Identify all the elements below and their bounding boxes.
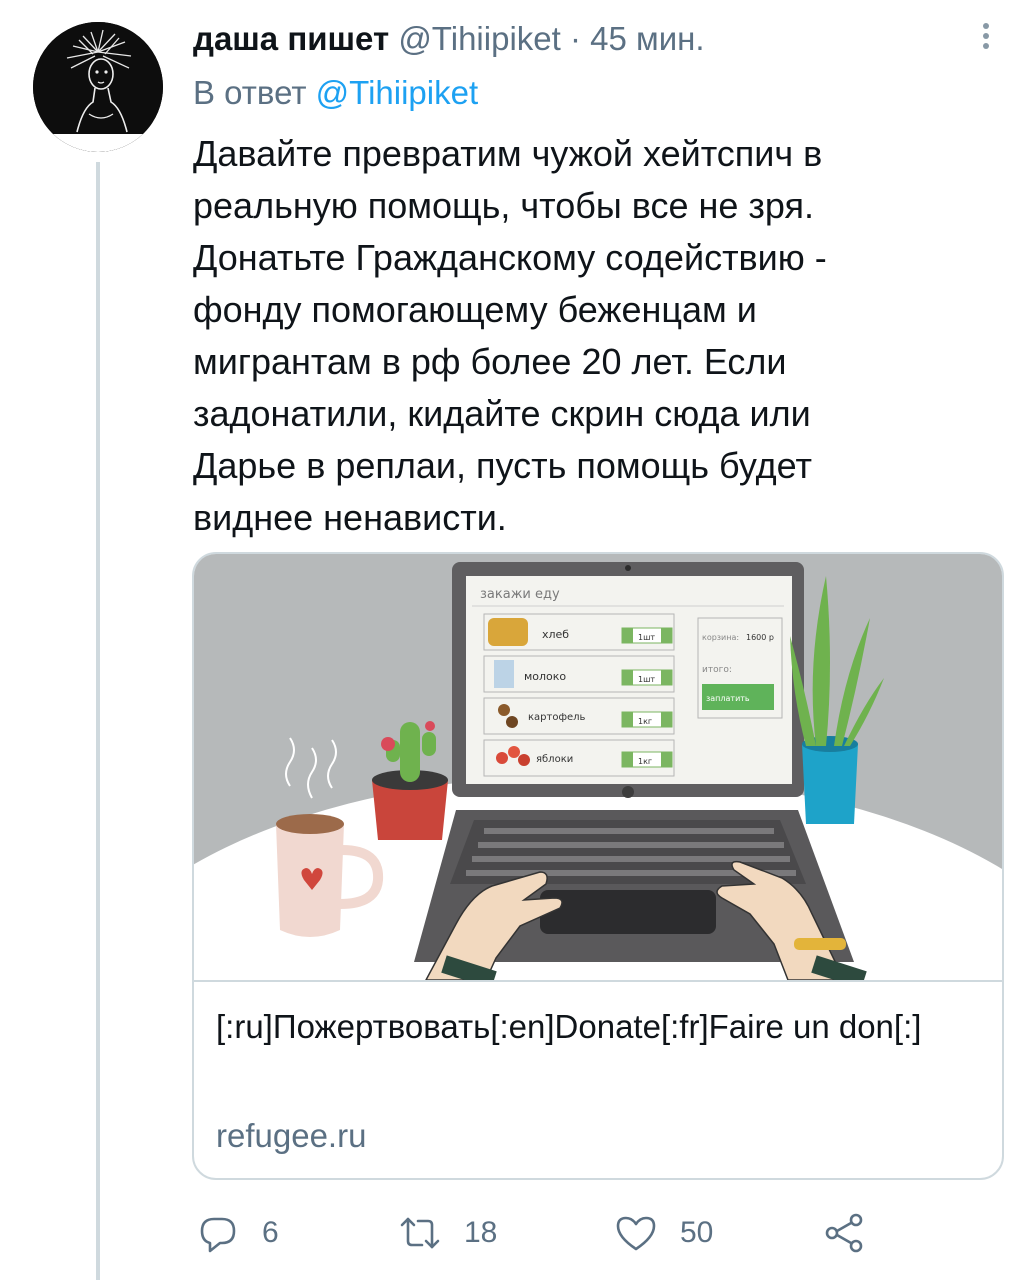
reply-icon	[200, 1217, 236, 1253]
item-label: молоко	[524, 670, 566, 683]
tweet-text-line: фонду помогающему беженцам и	[193, 289, 757, 330]
card-divider	[194, 980, 1002, 982]
tweet-actions: 6 18 50	[0, 1205, 1036, 1265]
like-count: 50	[680, 1216, 714, 1249]
item-label: хлеб	[542, 628, 569, 641]
total-label: итого:	[702, 665, 732, 675]
avatar[interactable]	[33, 22, 163, 152]
tweet-header: даша пишет @Tihiipiket · 45 мин.	[193, 18, 705, 60]
pay-button-label: заплатить	[706, 694, 750, 703]
tweet-text-line: виднее ненависти.	[193, 497, 507, 538]
tweet-text: Давайте превратим чужой хейтспич в реаль…	[193, 128, 953, 544]
cart-value: 1600 р	[746, 633, 774, 642]
item-qty: 1шт	[638, 633, 655, 642]
retweet-button[interactable]: 18	[398, 1205, 497, 1261]
thread-line	[96, 162, 100, 1280]
reply-count: 6	[262, 1216, 279, 1249]
reply-mention-link[interactable]: @Tihiipiket	[316, 74, 479, 111]
reply-context: В ответ @Tihiipiket	[193, 72, 478, 114]
tweet-text-line: реальную помощь, чтобы все не зря.	[193, 185, 814, 226]
author-handle[interactable]: @Tihiipiket	[398, 20, 561, 57]
item-label: картофель	[528, 712, 586, 723]
card-illustration[interactable]: закажи еду хлеб 1шт молоко 1шт картофель	[194, 554, 1002, 980]
reply-prefix: В ответ	[193, 74, 307, 111]
item-qty: 1кг	[638, 757, 652, 766]
item-label: яблоки	[536, 754, 573, 765]
like-button[interactable]: 50	[614, 1205, 713, 1261]
cart-label: корзина:	[702, 633, 739, 642]
tweet-text-line: Донатьте Гражданскому содействию -	[193, 237, 827, 278]
tweet-text-line: Давайте превратим чужой хейтспич в	[193, 133, 823, 174]
item-qty: 1шт	[638, 675, 655, 684]
tweet-text-line: Дарье в реплаи, пусть помощь будет	[193, 445, 812, 486]
author-name[interactable]: даша пишет	[193, 20, 389, 57]
more-vertical-icon[interactable]	[968, 18, 1004, 54]
tweet-text-line: задонатили, кидайте скрин сюда или	[193, 393, 811, 434]
heart-icon	[616, 1216, 656, 1251]
tweet-time[interactable]: 45 мин.	[590, 20, 704, 57]
share-button[interactable]	[822, 1205, 866, 1261]
retweet-count: 18	[464, 1216, 498, 1249]
reply-button[interactable]: 6	[196, 1205, 279, 1261]
retweet-icon	[400, 1217, 440, 1249]
card-domain[interactable]: refugee.ru	[216, 1114, 366, 1158]
tweet-text-line: мигрантам в рф более 20 лет. Если	[193, 341, 787, 382]
item-qty: 1кг	[638, 717, 652, 726]
header-separator: ·	[569, 20, 581, 57]
link-card[interactable]: закажи еду хлеб 1шт молоко 1шт картофель	[192, 552, 1004, 1180]
card-title[interactable]: [:ru]Пожертвовать[:en]Donate[:fr]Faire u…	[216, 1002, 986, 1052]
share-icon	[825, 1213, 863, 1253]
screen-title: закажи еду	[480, 587, 560, 602]
avatar-illustration	[33, 22, 163, 152]
